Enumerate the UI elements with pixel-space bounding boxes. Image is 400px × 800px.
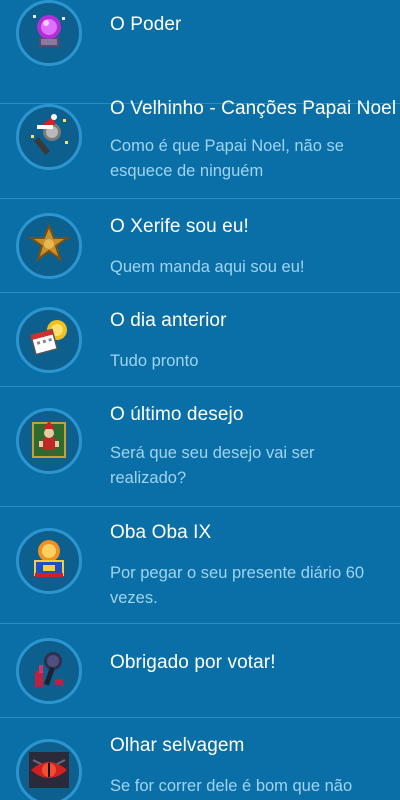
list-item[interactable]: O Xerife sou eu! Quem manda aqui sou eu! (0, 199, 400, 293)
achievement-title: O dia anterior (110, 310, 227, 331)
badge-slot (16, 104, 82, 170)
wild-eye-icon (25, 746, 73, 799)
badge-slot (16, 638, 82, 704)
badge-slot (16, 408, 82, 474)
list-item[interactable]: O dia anterior Tudo pronto (0, 293, 400, 387)
achievement-description: Tudo pronto (110, 352, 199, 370)
achievement-description: Se for correr dele é bom que não (110, 777, 353, 795)
achievement-title: Obrigado por votar! (110, 652, 276, 673)
santa-microphone-icon (25, 111, 73, 164)
list-item[interactable]: Oba Oba IX Por pegar o seu presente diár… (0, 507, 400, 624)
badge-slot (16, 213, 82, 279)
achievement-title: O Xerife sou eu! (110, 216, 249, 237)
list-item[interactable]: O último desejo Será que seu desejo vai … (0, 387, 400, 507)
achievement-title: O último desejo (110, 404, 244, 425)
list-item[interactable]: Olhar selvagem Se for correr dele é bom … (0, 718, 400, 800)
list-item[interactable]: O Velhinho - Canções Papai Noel Como é q… (0, 98, 400, 199)
gift-sun-icon (25, 535, 73, 588)
badge-slot (16, 307, 82, 373)
achievement-description: Por pegar o seu presente diário 60 vezes… (110, 564, 365, 607)
badge-slot (16, 0, 82, 66)
achievement-description: Como é que Papai Noel, não se esquece de… (110, 137, 344, 180)
sheriff-star-icon (25, 220, 73, 273)
list-item[interactable]: O Poder (0, 0, 400, 104)
achievement-list: O Poder O Velhinho - Canções Papai Noel … (0, 0, 400, 800)
achievement-description: Quem manda aqui sou eu! (110, 258, 305, 276)
achievement-description: Será que seu desejo vai ser realizado? (110, 444, 315, 487)
badge-slot (16, 528, 82, 594)
calendar-sun-icon (25, 314, 73, 367)
power-orb-icon (25, 7, 73, 60)
achievement-title: O Poder (110, 14, 182, 35)
genie-card-icon (25, 415, 73, 468)
vote-microphone-icon (25, 645, 73, 698)
badge-slot (16, 739, 82, 800)
achievement-title: Olhar selvagem (110, 735, 245, 756)
list-item[interactable]: Obrigado por votar! (0, 624, 400, 718)
achievement-title: Oba Oba IX (110, 522, 212, 543)
achievement-title: O Velhinho - Canções Papai Noel (110, 98, 397, 119)
